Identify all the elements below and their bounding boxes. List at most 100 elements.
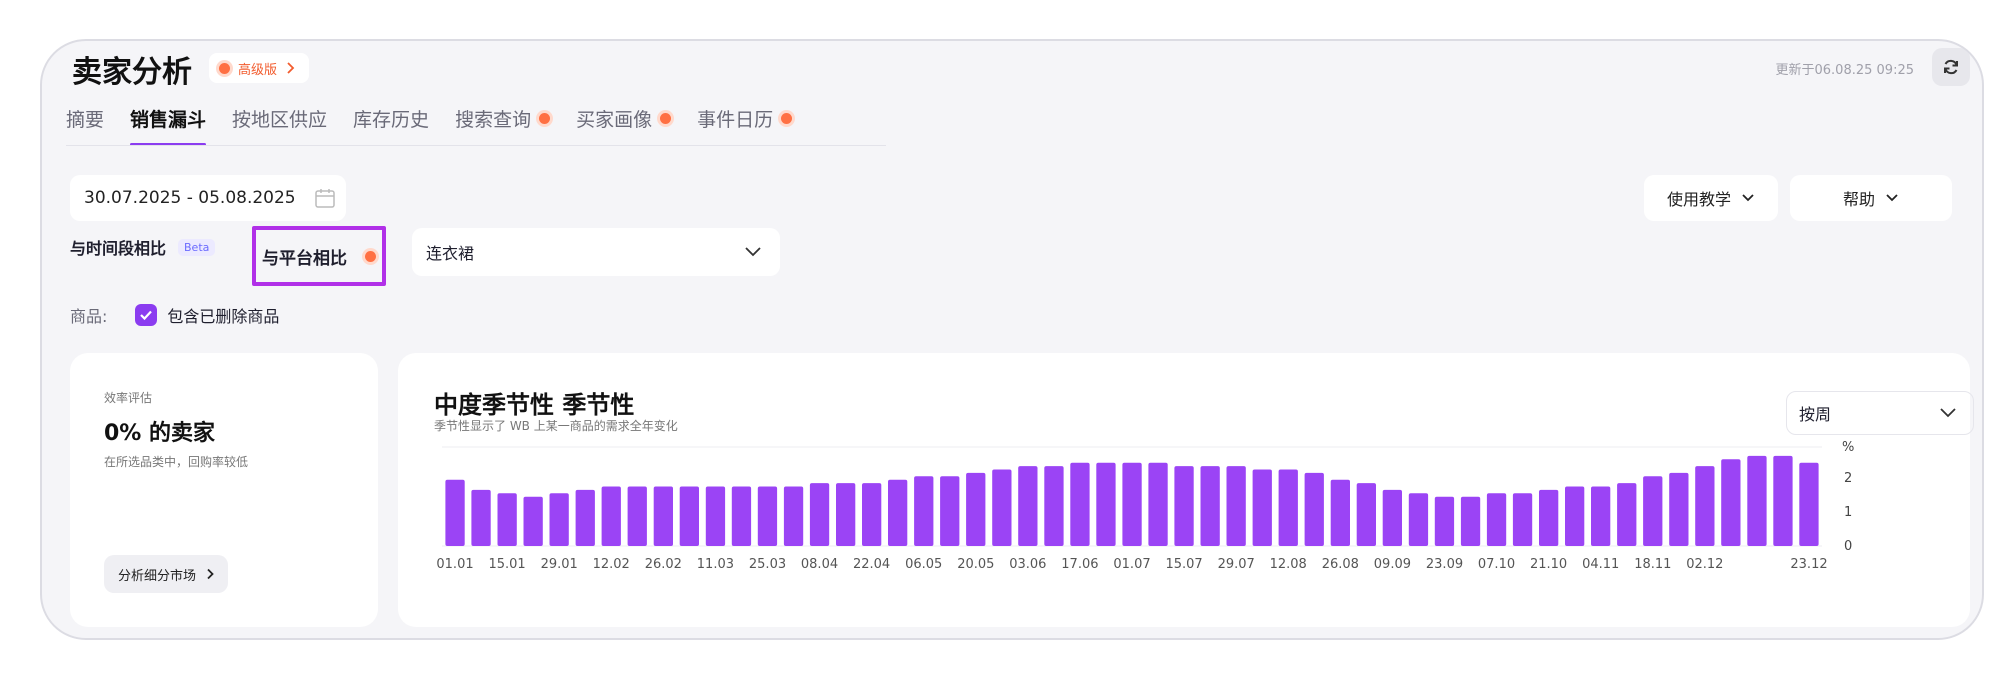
chart-bar (497, 493, 517, 546)
chart-bar (1044, 466, 1064, 546)
chart-bar (523, 496, 543, 546)
chart-bar (1408, 493, 1429, 546)
chart-bar (1382, 489, 1402, 546)
tab-buyer-profile[interactable]: 买家画像 (576, 105, 672, 146)
chart-bar (966, 472, 986, 546)
tab-stock-history[interactable]: 库存历史 (353, 105, 429, 146)
chart-bar (1330, 479, 1350, 546)
chart-bar (992, 469, 1012, 546)
chart-bar (575, 489, 595, 546)
premium-badge[interactable]: 高级版 (209, 53, 310, 83)
compare-period-toggle[interactable]: 与时间段相比 Beta (70, 225, 216, 269)
x-tick-label: 23.09 (1426, 557, 1463, 572)
x-tick-label: 20.05 (957, 557, 994, 572)
compare-platform-toggle[interactable]: 与平台相比 (252, 226, 386, 286)
goods-filter: 商品: 包含已删除商品 (70, 303, 279, 327)
help-label: 帮助 (1842, 190, 1875, 209)
chart-bar (1304, 472, 1324, 546)
chart-bar (627, 486, 647, 546)
x-tick-label: 29.07 (1218, 557, 1255, 572)
tabs-divider (66, 145, 886, 146)
checkmark-icon (140, 310, 153, 321)
efficiency-caption: 效率评估 (104, 391, 153, 405)
premium-badge-label: 高级版 (238, 62, 278, 78)
efficiency-headline: 0% 的卖家 (104, 421, 216, 446)
x-tick-label: 12.08 (1270, 557, 1307, 572)
y-axis-unit: % (1842, 440, 1854, 455)
chart-bar (1200, 466, 1220, 546)
x-tick-label: 01.01 (436, 557, 473, 572)
chart-bar (705, 486, 726, 546)
chart-bar (1539, 489, 1559, 546)
chart-bar (1747, 455, 1767, 546)
chart-bar (940, 476, 960, 546)
app-window: 卖家分析 高级版 更新于06.08.25 09:25 摘要 销售漏斗 按地区供应… (40, 39, 1984, 640)
chart-bar (836, 483, 856, 546)
chart-bar (1226, 466, 1246, 546)
chart-bar (653, 486, 673, 546)
tab-summary[interactable]: 摘要 (66, 105, 104, 146)
calendar-icon (314, 189, 335, 208)
category-select[interactable]: 连衣裙 (412, 228, 780, 276)
x-tick-label: 12.02 (593, 557, 630, 572)
x-tick-label: 06.05 (905, 557, 942, 572)
chart-bar (731, 486, 752, 546)
date-range-picker[interactable]: 30.07.2025 - 05.08.2025 (70, 175, 346, 221)
chart-bar (445, 479, 465, 546)
seasonality-chart: % 0 1 2 01.01 15.01 29.01 12.02 26.02 11.03 25.03 0… (436, 440, 1854, 572)
tab-label: 买家画像 (576, 109, 653, 131)
new-dot-icon (365, 250, 376, 262)
refresh-button[interactable] (1932, 48, 1970, 86)
chart-subtitle: 季节性显示了 WB 上某一商品的需求全年变化 (434, 419, 678, 433)
chevron-down-icon (1940, 408, 1956, 418)
help-dropdown[interactable]: 帮助 (1790, 175, 1952, 221)
tutorial-label: 使用教学 (1666, 190, 1731, 209)
x-tick-label: 11.03 (697, 557, 734, 572)
y-tick-label: 1 (1844, 505, 1852, 520)
chart-bar (1591, 486, 1611, 546)
compare-period-label: 与时间段相比 (70, 239, 167, 258)
efficiency-description: 在所选品类中，回购率较低 (104, 455, 249, 469)
x-tick-label: 26.02 (645, 557, 682, 572)
chart-bar (1278, 469, 1298, 546)
x-tick-label: 08.04 (801, 557, 838, 572)
beta-badge: Beta (178, 238, 216, 256)
chart-bar (1721, 459, 1741, 546)
tab-event-calendar[interactable]: 事件日历 (697, 105, 793, 146)
chart-bar (1643, 476, 1663, 546)
include-deleted-checkbox[interactable] (135, 304, 158, 326)
chart-bar (1617, 483, 1637, 546)
x-tick-label: 17.06 (1061, 557, 1098, 572)
tab-label: 事件日历 (697, 109, 774, 131)
x-tick-label: 03.06 (1009, 557, 1046, 572)
goods-label: 商品: (70, 307, 108, 326)
chart-bar (1565, 486, 1585, 546)
chevron-down-icon (1742, 194, 1754, 202)
chart-bar (1799, 462, 1819, 546)
include-deleted-label: 包含已删除商品 (167, 307, 280, 326)
x-tick-label: 22.04 (853, 557, 890, 572)
tab-sales-funnel[interactable]: 销售漏斗 (130, 105, 207, 146)
chart-bar (1434, 496, 1455, 546)
analyze-segment-button[interactable]: 分析细分市场 (104, 555, 229, 593)
tab-regional-supply[interactable]: 按地区供应 (232, 105, 327, 146)
x-tick-label: 23.12 (1790, 557, 1827, 572)
chart-bar (549, 493, 569, 546)
tab-search-queries[interactable]: 搜索查询 (455, 105, 551, 146)
x-tick-label: 18.11 (1634, 557, 1671, 572)
x-tick-label: 15.01 (488, 557, 525, 572)
category-value: 连衣裙 (426, 244, 475, 263)
chart-bar (862, 483, 882, 546)
chart-bar (1486, 493, 1507, 546)
period-select[interactable]: 按周 (1786, 391, 1974, 435)
y-tick-label: 0 (1844, 539, 1852, 554)
chart-bar (914, 476, 934, 546)
x-tick-label: 01.07 (1113, 557, 1150, 572)
chart-bar (1773, 455, 1793, 546)
status-dot-icon (219, 62, 230, 74)
x-tick-label: 21.10 (1530, 557, 1567, 572)
chart-bar (1512, 493, 1533, 546)
y-tick-label: 2 (1844, 471, 1852, 486)
tutorial-dropdown[interactable]: 使用教学 (1644, 175, 1778, 221)
chevron-right-icon (207, 568, 214, 580)
